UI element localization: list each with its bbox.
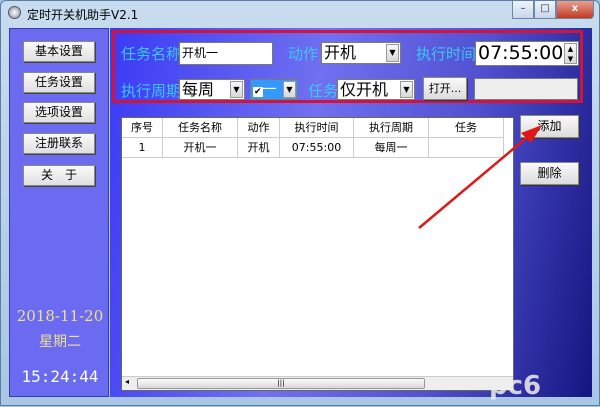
app-window: 定时开关机助手V2.1 – □ x 基本设置 任务设置 选项设置 注册联系 关 … bbox=[0, 0, 600, 406]
watermark-logo: pc6 bbox=[489, 371, 542, 401]
annotation-arrow bbox=[418, 125, 542, 229]
